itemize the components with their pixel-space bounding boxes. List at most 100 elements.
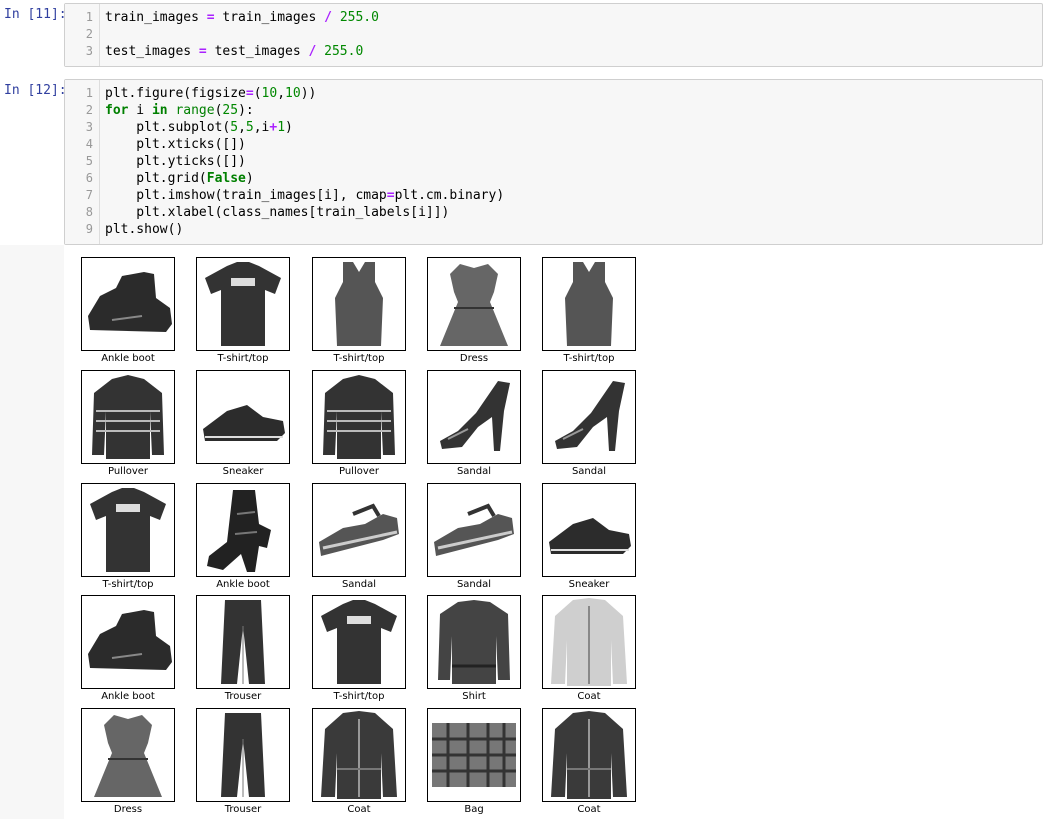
garment-image [427,257,521,351]
garment-image [196,370,290,464]
subplot-xlabel: Coat [347,804,371,815]
code-text[interactable]: plt.figure(figsize=(10,10)) [105,85,316,102]
subplot-xlabel: T-shirt/top [333,353,385,364]
code-line[interactable]: 2 for i in range(25): [65,102,1042,119]
code-text[interactable]: plt.xlabel(class_names[train_labels[i]]) [105,204,449,221]
subplot-tile: T-shirt/top [542,257,636,364]
code-line[interactable]: 3 plt.subplot(5,5,i+1) [65,119,1042,136]
line-number: 7 [85,188,93,202]
subplot-tile: T-shirt/top [312,595,406,702]
line-number: 3 [85,120,93,134]
garment-image [312,483,406,577]
garment-silhouette-icon [551,598,627,686]
subplot-xlabel: Ankle boot [101,691,155,702]
garment-image [196,595,290,689]
subplot-tile: Sandal [312,483,406,590]
garment-silhouette-icon [88,610,172,670]
subplot-xlabel: Pullover [107,466,149,477]
subplot-xlabel: Pullover [338,466,380,477]
garment-silhouette-icon [549,518,631,554]
subplot-tile: T-shirt/top [196,257,290,364]
code-line[interactable]: 4 plt.xticks([]) [65,136,1042,153]
garment-image [196,257,290,351]
garment-image [427,483,521,577]
cell-input-area[interactable]: 1 train_images = train_images / 255.0 2 3 te… [64,3,1043,67]
garment-silhouette-icon [432,723,516,787]
code-text[interactable]: plt.subplot(5,5,i+1) [105,119,293,136]
garment-silhouette-icon [323,375,395,459]
code-line[interactable]: 9 plt.show() [65,221,1042,238]
garment-image [542,483,636,577]
code-text[interactable]: plt.xticks([]) [105,136,246,153]
code-text[interactable]: test_images = test_images / 255.0 [105,43,363,60]
subplot-tile: Coat [542,595,636,702]
garment-image [81,708,175,802]
subplot-xlabel: Sneaker [568,579,610,590]
subplot-xlabel: T-shirt/top [217,353,269,364]
cell-prompt: In [11]: [4,7,67,22]
subplot-tile: Sneaker [542,483,636,590]
subplot-xlabel: Trouser [224,691,262,702]
code-text[interactable]: plt.show() [105,221,183,238]
subplot-xlabel: Bag [464,804,484,815]
code-line[interactable]: 5 plt.yticks([]) [65,153,1042,170]
code-text[interactable]: plt.imshow(train_images[i], cmap=plt.cm.… [105,187,504,204]
garment-image [427,595,521,689]
code-line[interactable]: 3 test_images = test_images / 255.0 [65,43,1042,60]
garment-image [312,595,406,689]
code-line[interactable]: 2 [65,26,1042,43]
code-line[interactable]: 1 train_images = train_images / 255.0 [65,9,1042,26]
line-number: 4 [85,137,93,151]
garment-image [196,483,290,577]
subplot-xlabel: Coat [577,804,601,815]
code-line[interactable]: 1 plt.figure(figsize=(10,10)) [65,85,1042,102]
subplot-tile: Dress [427,257,521,364]
line-number: 1 [85,86,93,100]
garment-image [427,708,521,802]
garment-silhouette-icon [92,375,164,459]
subplot-tile: Sandal [427,370,521,477]
garment-silhouette-icon [205,262,281,346]
subplot-tile: Sandal [427,483,521,590]
subplot-tile: Coat [542,708,636,815]
garment-silhouette-icon [440,264,508,346]
garment-silhouette-icon [203,405,285,441]
subplot-xlabel: Coat [577,691,601,702]
subplot-xlabel: Trouser [224,804,262,815]
subplot-xlabel: Dress [459,353,489,364]
code-line[interactable]: 7 plt.imshow(train_images[i], cmap=plt.c… [65,187,1042,204]
line-number: 3 [85,44,93,58]
garment-silhouette-icon [565,262,613,346]
code-cell-11[interactable]: In [11]: 1 train_images = train_images / … [0,3,1047,67]
garment-image [196,708,290,802]
garment-silhouette-icon [555,381,625,451]
garment-silhouette-icon [90,488,166,572]
code-line[interactable]: 8 plt.xlabel(class_names[train_labels[i]… [65,204,1042,221]
subplot-tile: T-shirt/top [81,483,175,590]
cell-prompt: In [12]: [4,83,67,98]
subplot-xlabel: Sandal [456,579,492,590]
garment-silhouette-icon [321,711,397,799]
garment-image [81,483,175,577]
subplot-tile: Pullover [81,370,175,477]
code-cell-12[interactable]: In [12]: 1 plt.figure(figsize=(10,10)) 2 fo… [0,79,1047,245]
subplot-tile: Trouser [196,595,290,702]
code-text[interactable]: for i in range(25): [105,102,254,119]
garment-image [312,257,406,351]
output-prompt-area [0,245,64,819]
cell-input-area[interactable]: 1 plt.figure(figsize=(10,10)) 2 for i in ra… [64,79,1043,245]
subplot-tile: Sandal [542,370,636,477]
code-text[interactable]: plt.grid(False) [105,170,253,187]
subplot-tile: Ankle boot [196,483,290,590]
garment-silhouette-icon [221,713,265,797]
subplot-xlabel: Dress [113,804,143,815]
code-text[interactable]: plt.yticks([]) [105,153,246,170]
subplot-tile: Ankle boot [81,257,175,364]
subplot-xlabel: Sandal [341,579,377,590]
garment-image [312,370,406,464]
garment-silhouette-icon [438,600,510,684]
line-number: 2 [85,103,93,117]
line-number: 2 [85,27,93,41]
code-text[interactable]: train_images = train_images / 255.0 [105,9,379,26]
code-line[interactable]: 6 plt.grid(False) [65,170,1042,187]
